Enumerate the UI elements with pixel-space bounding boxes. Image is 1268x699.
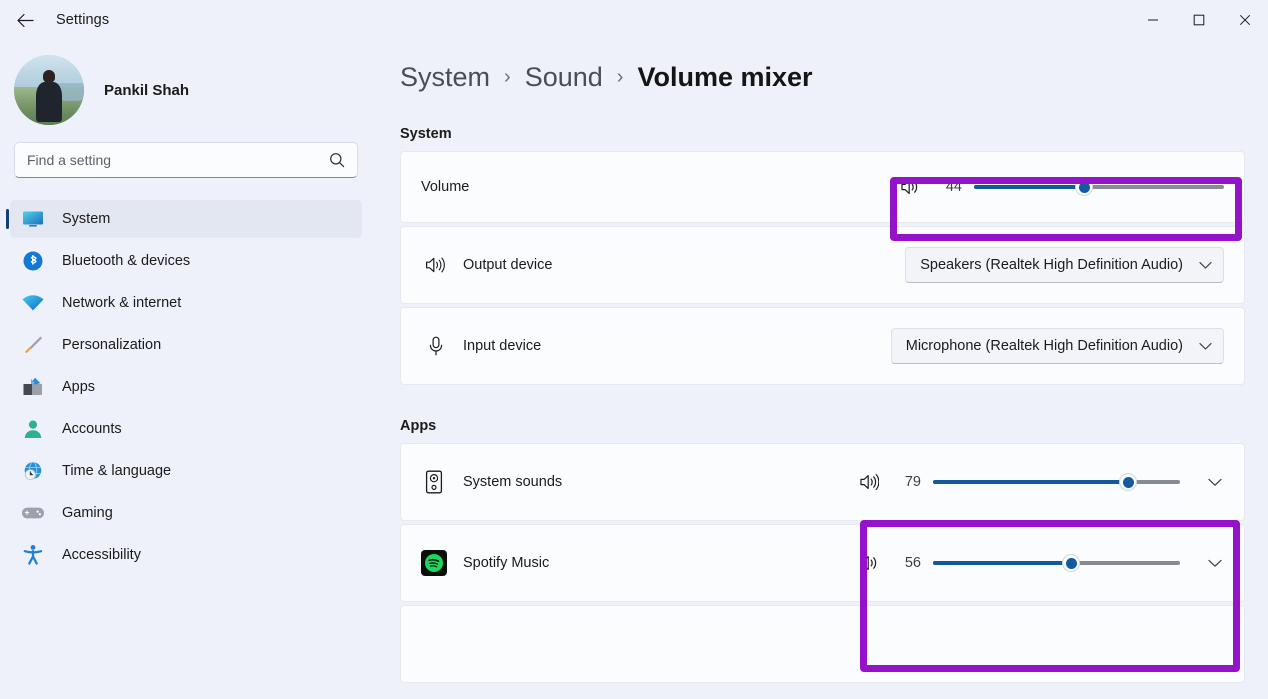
spotify-icon <box>421 550 447 576</box>
search-input[interactable] <box>27 152 329 168</box>
close-icon <box>1239 14 1251 26</box>
input-device-row: Input device Microphone (Realtek High De… <box>400 307 1245 385</box>
search-icon <box>329 152 345 168</box>
app-row-system-sounds: System sounds 79 <box>400 443 1245 521</box>
gamepad-icon <box>20 501 46 525</box>
section-heading-apps: Apps <box>400 418 437 434</box>
chevron-down-icon <box>1199 342 1212 351</box>
expand-chevron-down-icon[interactable] <box>1206 478 1224 487</box>
slider-fill <box>933 561 1072 565</box>
app-volume-value: 56 <box>904 555 921 571</box>
app-volume-slider[interactable] <box>933 554 1180 572</box>
breadcrumb-system[interactable]: System <box>400 62 490 93</box>
window-title: Settings <box>56 12 110 28</box>
slider-fill <box>974 185 1084 189</box>
volume-row-label: Volume <box>421 179 470 195</box>
bluetooth-icon <box>20 249 46 273</box>
slider-fill <box>933 480 1129 484</box>
speaker-wave-icon[interactable] <box>859 554 879 572</box>
sidebar-item-label: Time & language <box>62 463 172 479</box>
output-device-label: Output device <box>463 257 553 273</box>
profile-name: Pankil Shah <box>104 81 190 99</box>
system-speaker-icon <box>421 469 447 495</box>
app-volume-slider[interactable] <box>933 473 1180 491</box>
paintbrush-icon <box>20 333 46 357</box>
volume-slider[interactable] <box>974 178 1224 196</box>
profile-block[interactable]: Pankil Shah <box>0 40 372 125</box>
output-device-row: Output device Speakers (Realtek High Def… <box>400 226 1245 304</box>
close-button[interactable] <box>1222 0 1268 40</box>
app-label: Spotify Music <box>463 555 550 571</box>
monitor-icon <box>20 207 46 231</box>
page-title: Volume mixer <box>637 62 813 92</box>
sidebar-item-label: Apps <box>62 379 96 395</box>
back-arrow-icon <box>16 13 34 27</box>
sidebar-item-bluetooth-devices[interactable]: Bluetooth & devices <box>10 242 362 280</box>
sidebar-item-label: Accessibility <box>62 547 141 563</box>
accessibility-icon <box>20 543 46 567</box>
output-device-value: Speakers (Realtek High Definition Audio) <box>920 257 1183 273</box>
breadcrumb: System › Sound › Volume mixer <box>400 40 1268 93</box>
sidebar-item-network-internet[interactable]: Network & internet <box>10 284 362 322</box>
speaker-wave-icon[interactable] <box>859 473 879 491</box>
slider-thumb[interactable] <box>1119 473 1138 491</box>
minimize-icon <box>1148 19 1158 21</box>
sidebar-item-label: Bluetooth & devices <box>62 253 191 269</box>
app-label: System sounds <box>463 474 563 490</box>
apps-icon <box>20 375 46 399</box>
breadcrumb-sound[interactable]: Sound <box>525 62 603 93</box>
sidebar-item-accounts[interactable]: Accounts <box>10 410 362 448</box>
sidebar-item-label: Network & internet <box>62 295 182 311</box>
slider-thumb[interactable] <box>1075 178 1093 196</box>
volume-row-control: 44 <box>900 178 1224 196</box>
person-icon <box>20 417 46 441</box>
sidebar-item-label: System <box>62 211 111 227</box>
avatar <box>14 55 84 125</box>
minimize-button[interactable] <box>1130 0 1176 40</box>
search-box[interactable] <box>14 142 358 178</box>
app-row-spotify-music: Spotify Music 56 <box>400 524 1245 602</box>
wifi-icon <box>20 291 46 315</box>
section-heading-system: System <box>400 126 452 142</box>
maximize-icon <box>1193 14 1205 26</box>
sidebar-nav: System Bluetooth & devices Network & int… <box>0 200 372 574</box>
sidebar-item-system[interactable]: System <box>6 200 362 238</box>
slider-thumb[interactable] <box>1062 554 1081 572</box>
maximize-button[interactable] <box>1176 0 1222 40</box>
chevron-down-icon <box>1199 261 1212 270</box>
input-device-value: Microphone (Realtek High Definition Audi… <box>905 338 1183 354</box>
content-pane: System › Sound › Volume mixer System Vol… <box>372 40 1268 699</box>
titlebar: Settings <box>0 0 1268 40</box>
sidebar-item-personalization[interactable]: Personalization <box>10 326 362 364</box>
app-shell: Pankil Shah Find a setting System Blueto… <box>0 40 1268 699</box>
microphone-icon <box>421 336 451 356</box>
sidebar-item-time-language[interactable]: Time & language <box>10 452 362 490</box>
sidebar-item-apps[interactable]: Apps <box>10 368 362 406</box>
output-device-dropdown[interactable]: Speakers (Realtek High Definition Audio) <box>905 247 1224 283</box>
clock-globe-icon <box>20 459 46 483</box>
volume-row: Volume 44 <box>400 151 1245 223</box>
window-controls <box>1130 0 1268 40</box>
breadcrumb-separator: › <box>504 66 511 88</box>
back-button[interactable] <box>8 5 42 35</box>
sidebar-item-label: Accounts <box>62 421 122 437</box>
breadcrumb-separator: › <box>616 66 624 88</box>
sidebar-item-label: Gaming <box>62 505 113 521</box>
input-device-dropdown[interactable]: Microphone (Realtek High Definition Audi… <box>890 328 1224 364</box>
app-volume-value: 79 <box>904 474 921 490</box>
apps-card-group: System sounds 79 Spotify Music 56 <box>400 443 1245 683</box>
sidebar: Pankil Shah Find a setting System Blueto… <box>0 40 372 699</box>
sidebar-item-label: Personalization <box>62 337 162 353</box>
expand-chevron-down-icon[interactable] <box>1206 559 1224 568</box>
sidebar-item-accessibility[interactable]: Accessibility <box>10 536 362 574</box>
search-wrapper <box>0 142 372 178</box>
system-card-group: Volume 44 Output device Speakers (Realte… <box>400 151 1245 385</box>
app-row-partial <box>400 605 1245 683</box>
sidebar-item-gaming[interactable]: Gaming <box>10 494 362 532</box>
input-device-label: Input device <box>463 338 542 354</box>
volume-value: 44 <box>945 179 962 195</box>
speaker-output-icon <box>421 256 451 274</box>
speaker-wave-icon[interactable] <box>900 178 920 196</box>
